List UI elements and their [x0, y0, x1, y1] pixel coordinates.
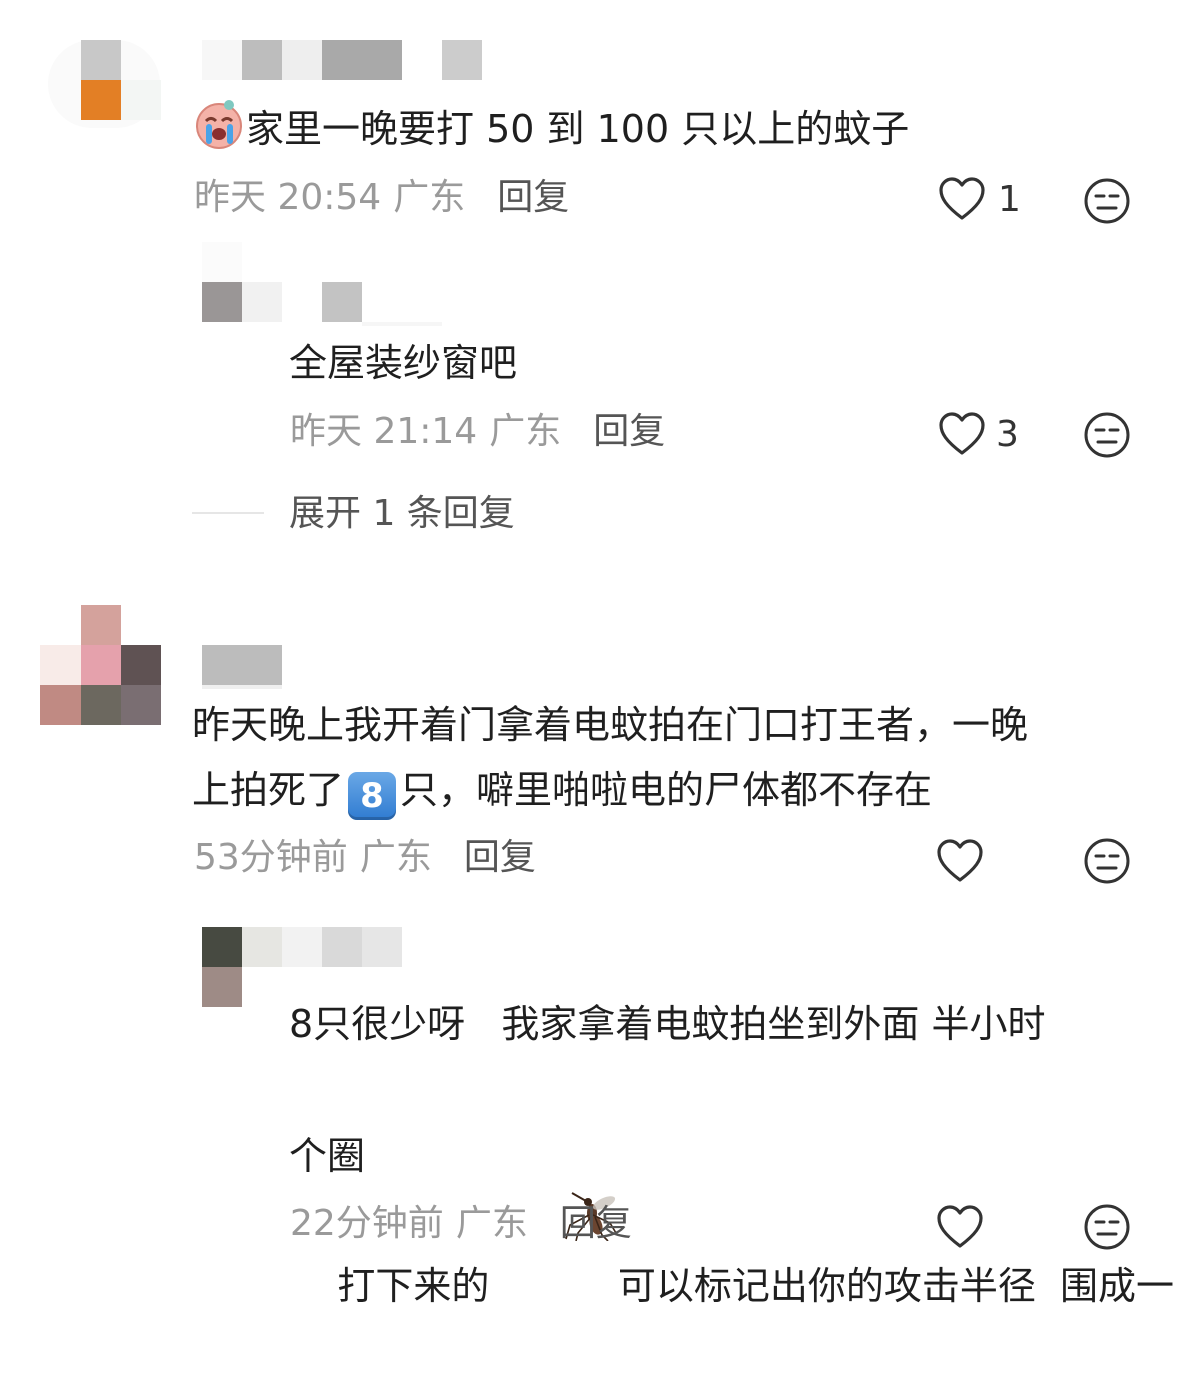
username-pixelated[interactable] [282, 927, 402, 967]
reply-button[interactable]: 回复 [497, 177, 569, 218]
avatar[interactable] [48, 40, 161, 128]
reply-text: 全屋装纱窗吧 [289, 341, 518, 385]
reply-text-line1: 8只很少呀 我家拿着电蚊拍坐到外面 半小时 [289, 1002, 1046, 1046]
like-heart-icon[interactable] [936, 1204, 984, 1254]
comment-text-content: 家里一晚要打 50 到 100 只以上的蚊子 [246, 107, 910, 151]
like-heart-icon[interactable] [936, 838, 984, 888]
comment-location: 广东 [359, 837, 432, 878]
reply-time: 昨天 21:14 [290, 411, 478, 452]
reply-meta: 22分钟前 广东 回复 [290, 1202, 632, 1246]
reply-button[interactable]: 回复 [560, 1203, 632, 1244]
expand-divider [192, 512, 264, 514]
comment-meta: 53分钟前 广东 回复 [194, 836, 536, 880]
like-heart-icon[interactable] [938, 411, 986, 461]
reply-text-line3: 个圈 [289, 1134, 366, 1178]
comment-time: 昨天 20:54 [194, 177, 382, 218]
reply-location: 广东 [489, 411, 562, 452]
keycap-digit-emoji: 8 [348, 772, 397, 820]
avatar[interactable] [202, 927, 282, 1007]
comment-location: 广东 [393, 177, 466, 218]
comment-meta: 昨天 20:54 广东 回复 [194, 176, 569, 220]
reply-time: 22分钟前 [290, 1203, 444, 1244]
avatar[interactable] [40, 605, 162, 727]
comment-text-line1: 昨天晚上我开着门拿着电蚊拍在门口打王者，一晚 [192, 703, 1029, 747]
avatar[interactable] [202, 242, 282, 322]
username-pixelated[interactable] [202, 645, 282, 689]
dislike-face-icon[interactable] [1083, 837, 1131, 889]
comment-time: 53分钟前 [194, 837, 348, 878]
reply-button[interactable]: 回复 [593, 411, 665, 452]
reply-location: 广东 [455, 1203, 528, 1244]
comment-text-line2: 上拍死了 8 只，噼里啪啦电的尸体都不存在 [192, 757, 932, 823]
comment-text-part: 只，噼里啪啦电的尸体都不存在 [400, 768, 933, 812]
crying-face-emoji [192, 96, 246, 170]
comment-text-part: 上拍死了 [192, 768, 345, 812]
like-count: 1 [998, 179, 1021, 220]
like-count: 3 [996, 414, 1019, 455]
dislike-face-icon[interactable] [1083, 1203, 1131, 1255]
reply-text-part: 可以标记出你的攻击半径 围成一 [617, 1264, 1174, 1308]
reply-text-part: 打下来的 [337, 1264, 490, 1308]
dislike-face-icon[interactable] [1083, 411, 1131, 463]
expand-replies-button[interactable]: 展开 1 条回复 [289, 492, 515, 536]
reply-meta: 昨天 21:14 广东 回复 [290, 410, 665, 454]
username-pixelated[interactable] [202, 40, 492, 80]
like-heart-icon[interactable] [938, 176, 986, 226]
comment-text: 家里一晚要打 50 到 100 只以上的蚊子 [192, 96, 909, 170]
dislike-face-icon[interactable] [1083, 177, 1131, 229]
reply-button[interactable]: 回复 [464, 837, 536, 878]
username-pixelated[interactable] [322, 282, 442, 326]
